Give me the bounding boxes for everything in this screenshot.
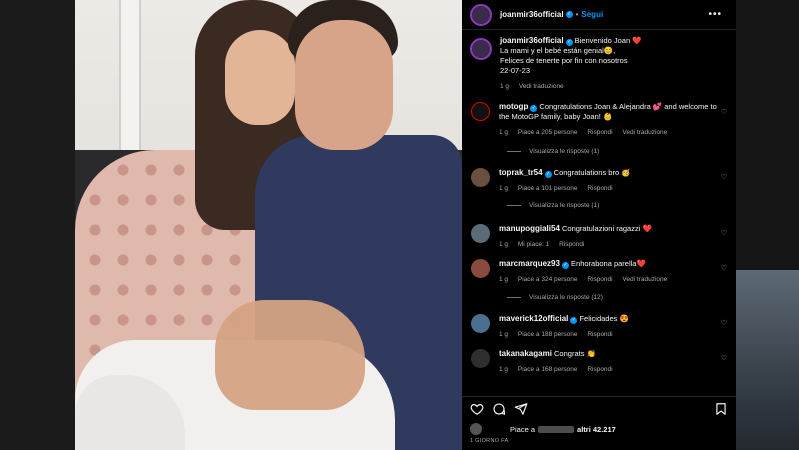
liker-avatar xyxy=(470,423,482,435)
photo-woman-face xyxy=(225,30,295,125)
verified-badge-icon: ✓ xyxy=(570,317,578,324)
comment-reply[interactable]: Rispondi xyxy=(587,331,612,338)
comment-item: motogp ✓ Congratulations Joan & Alejandra… xyxy=(462,102,736,138)
separator-dot: • xyxy=(575,10,579,19)
blurred-username xyxy=(538,425,575,433)
comment-likes[interactable]: Piace a 101 persone xyxy=(518,185,578,192)
verified-badge-icon: ✓ xyxy=(544,171,552,178)
caption-avatar[interactable] xyxy=(470,38,492,60)
verified-badge-icon: ✓ xyxy=(561,262,569,269)
comment-item: takanakagami Congrats 👏 1 g Piace a 168 … xyxy=(462,349,736,375)
commenter-avatar[interactable] xyxy=(471,168,490,187)
comment-like-icon[interactable]: ♡ xyxy=(721,319,727,327)
post-side-panel: joanmir36official ✓ • Segui ••• joanmir3… xyxy=(462,0,736,450)
heart-outline-icon[interactable] xyxy=(470,402,484,416)
photo-hands xyxy=(215,300,365,410)
verified-badge-icon: ✓ xyxy=(565,11,573,18)
comment-item: maverick12official ✓ Felicidades 😍 1 g Pi… xyxy=(462,314,736,340)
comment-text: Congrats 👏 xyxy=(554,349,596,358)
send-icon[interactable] xyxy=(514,402,528,416)
commenter-username[interactable]: toprak_tr54 xyxy=(499,168,543,177)
comment-like-icon[interactable]: ♡ xyxy=(721,173,727,181)
likes-summary[interactable]: Piace a altri 42.217 xyxy=(470,423,616,435)
caption-age: 1 g xyxy=(500,83,510,90)
comment-like-icon[interactable]: ♡ xyxy=(721,264,727,272)
comment-age: 1 g xyxy=(499,129,509,136)
commenter-username[interactable]: marcmarquez93 xyxy=(499,259,560,268)
commenter-username[interactable]: manupoggiali54 xyxy=(499,224,560,233)
caption-translate-link[interactable]: Vedi traduzione xyxy=(519,83,564,90)
comment-text: Enhorabona parella❤️ xyxy=(571,259,646,268)
commenter-avatar[interactable] xyxy=(471,314,490,333)
likes-prefix: Piace a xyxy=(510,424,536,434)
comment-likes[interactable]: Piace a 188 persone xyxy=(518,331,578,338)
comment-reply[interactable]: Rispondi xyxy=(587,129,612,136)
view-replies-link[interactable]: Visualizza le risposte (1) xyxy=(507,148,599,155)
commenter-username[interactable]: motogp xyxy=(499,102,528,111)
post-date: 1 GIORNO FA xyxy=(470,438,509,444)
view-replies-link[interactable]: Visualizza le risposte (12) xyxy=(507,294,603,301)
comment-likes[interactable]: Piace a 168 persone xyxy=(518,366,578,373)
bookmark-icon[interactable] xyxy=(714,402,728,416)
follow-button[interactable]: Segui xyxy=(581,10,603,19)
action-bar xyxy=(462,396,736,421)
comment-translate[interactable]: Vedi traduzione xyxy=(622,129,667,136)
comment-like-icon[interactable]: ♡ xyxy=(721,108,727,116)
more-options-icon[interactable]: ••• xyxy=(708,9,722,20)
comment-translate[interactable]: Vedi traduzione xyxy=(622,276,667,283)
comment-icon[interactable] xyxy=(492,402,506,416)
author-avatar[interactable] xyxy=(470,3,492,26)
caption-line-1: Bienvenido Joan ❤️ xyxy=(574,36,642,45)
comment-item: manupoggiali54 Congratulazioni ragazzi ❤… xyxy=(462,224,736,250)
comment-age: 1 g xyxy=(499,241,509,248)
comment-likes[interactable]: Piace a 205 persone xyxy=(518,129,578,136)
caption-line-2: La mami y el bebé están genial😊, xyxy=(500,46,616,55)
post-header: joanmir36official ✓ • Segui ••• xyxy=(462,0,736,30)
comment-age: 1 g xyxy=(499,331,509,338)
comment-item: marcmarquez93 ✓ Enhorabona parella❤️ 1 g … xyxy=(462,259,736,285)
comment-age: 1 g xyxy=(499,276,509,283)
comment-text: Congratulazioni ragazzi ❤️ xyxy=(562,224,652,233)
caption-username[interactable]: joanmir36official xyxy=(500,36,564,45)
post-caption: joanmir36official ✓ Bienvenido Joan ❤️ La… xyxy=(462,36,736,92)
verified-badge-icon: ✓ xyxy=(530,105,538,112)
comment-age: 1 g xyxy=(499,185,509,192)
commenter-username[interactable]: takanakagami xyxy=(499,349,552,358)
author-username[interactable]: joanmir36official xyxy=(500,10,564,19)
comment-text: Felicidades 😍 xyxy=(579,314,629,323)
commenter-avatar[interactable] xyxy=(471,259,490,278)
photo-man-face xyxy=(295,20,393,150)
backdrop-left xyxy=(0,0,75,450)
caption-line-4: 22-07-23 xyxy=(500,66,531,75)
verified-badge-icon: ✓ xyxy=(565,39,573,46)
commenter-avatar[interactable] xyxy=(471,224,490,243)
comment-item: toprak_tr54 ✓ Congratulations bro 🥳 1 g P… xyxy=(462,168,736,194)
commenter-avatar[interactable] xyxy=(471,102,490,121)
view-replies-link[interactable]: Visualizza le risposte (1) xyxy=(507,202,599,209)
comment-reply[interactable]: Rispondi xyxy=(587,276,612,283)
comment-reply[interactable]: Rispondi xyxy=(587,185,612,192)
comment-like-icon[interactable]: ♡ xyxy=(721,354,727,362)
photo-lamp xyxy=(119,0,141,160)
comment-likes[interactable]: Mi piace: 1 xyxy=(518,241,549,248)
caption-line-3: Felices de tenerte por fin con nosotros xyxy=(500,56,628,65)
comment-reply[interactable]: Rispondi xyxy=(587,366,612,373)
comment-text: Congratulations bro 🥳 xyxy=(553,168,631,177)
comment-age: 1 g xyxy=(499,366,509,373)
next-post-peek[interactable] xyxy=(736,270,799,450)
post-photo[interactable] xyxy=(75,0,462,450)
comment-likes[interactable]: Piace a 324 persone xyxy=(518,276,578,283)
likes-count[interactable]: altri 42.217 xyxy=(577,425,616,434)
comment-reply[interactable]: Rispondi xyxy=(559,241,584,248)
commenter-username[interactable]: maverick12official xyxy=(499,314,568,323)
comment-like-icon[interactable]: ♡ xyxy=(721,229,727,237)
commenter-avatar[interactable] xyxy=(471,349,490,368)
